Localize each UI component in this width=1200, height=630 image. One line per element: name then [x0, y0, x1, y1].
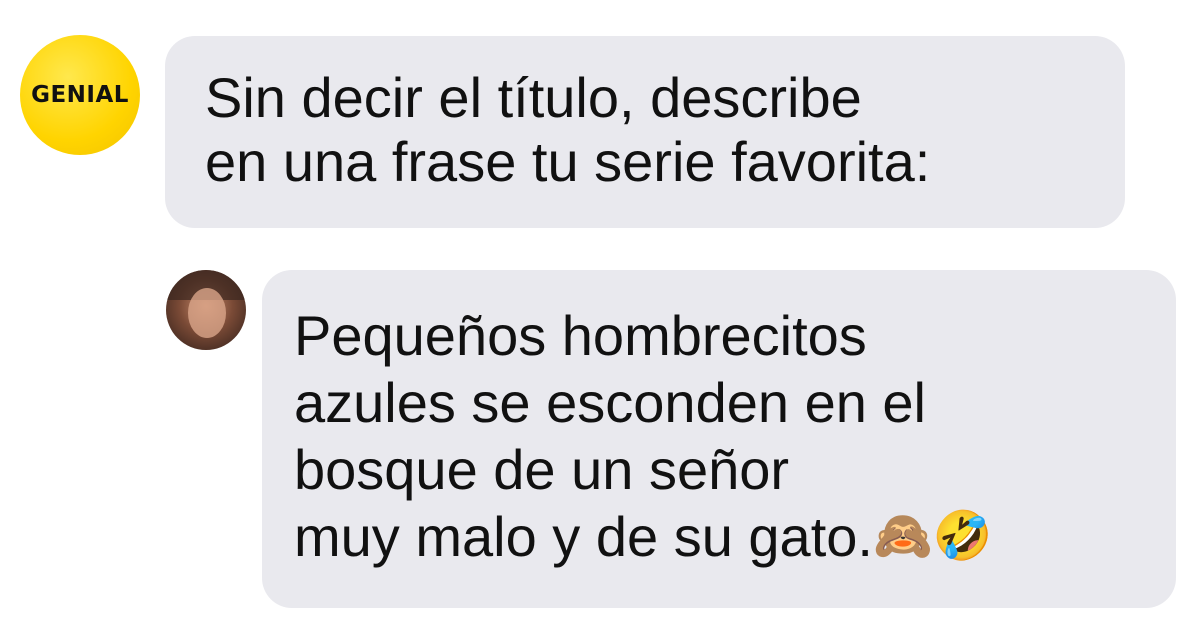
- answer-line-last: muy malo y de su gato.🙈🤣: [294, 503, 1176, 570]
- genial-avatar: GENIAL: [20, 35, 140, 155]
- answer-line: azules se esconden en el: [294, 371, 926, 434]
- see-no-evil-monkey-emoji: 🙈: [872, 508, 933, 564]
- answer-line: Pequeños hombrecitos: [294, 304, 867, 367]
- answer-line-text: muy malo y de su gato.: [294, 505, 873, 568]
- user-avatar: [166, 270, 246, 350]
- genial-avatar-text: GENIAL: [31, 82, 129, 108]
- rolling-laughing-emoji: 🤣: [932, 508, 993, 564]
- avatar-face: [188, 288, 226, 338]
- question-bubble: Sin decir el título, describe en una fra…: [165, 36, 1125, 228]
- answer-bubble: Pequeños hombrecitos azules se esconden …: [262, 270, 1176, 608]
- question-line: Sin decir el título, describe: [205, 66, 862, 129]
- answer-line: bosque de un señor: [294, 438, 790, 501]
- question-line: en una frase tu serie favorita:: [205, 130, 931, 193]
